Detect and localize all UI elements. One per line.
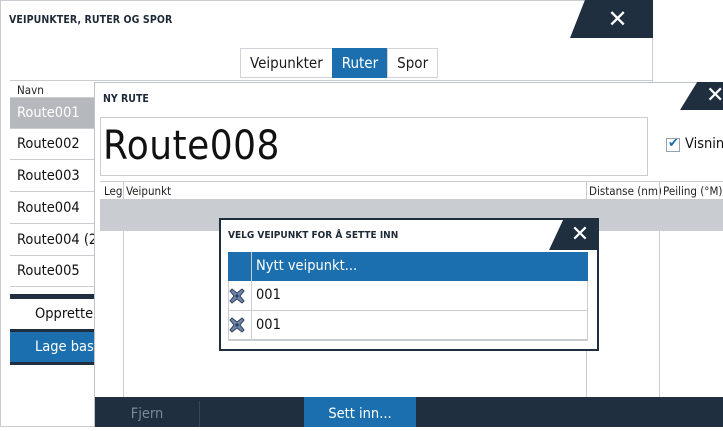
- make-based-on-button[interactable]: Lage base: [10, 332, 100, 362]
- column-header-distance: Distanse (nm): [589, 184, 662, 198]
- create-route-button[interactable]: Opprette: [10, 299, 100, 329]
- list-item-label: 001: [256, 287, 281, 303]
- toolbar-divider: [199, 401, 200, 427]
- route-list-item[interactable]: Route004 (2): [10, 225, 100, 256]
- list-item[interactable]: [228, 311, 588, 341]
- column-header-bearing: Peiling (°M): [663, 184, 723, 198]
- waypoint-x-icon: [229, 317, 245, 333]
- route-list-item[interactable]: Route001: [10, 98, 100, 129]
- list-item-label: 001: [256, 317, 281, 333]
- dialog-title: VELG VEIPUNKT FOR Å SETTE INN: [228, 230, 399, 241]
- route-list-item[interactable]: Route003: [10, 161, 100, 192]
- column-divider: [659, 181, 660, 397]
- route-list-item[interactable]: Route005: [10, 256, 100, 287]
- tab-veipunkter[interactable]: Veipunkter: [240, 48, 332, 78]
- dialog-title: VEIPUNKTER, RUTER OG SPOR: [9, 14, 173, 26]
- route-list-item[interactable]: Route002: [10, 129, 100, 160]
- column-header-waypoint: Veipunkt: [126, 184, 172, 198]
- show-checkbox[interactable]: ✔: [666, 136, 680, 152]
- column-divider: [251, 252, 252, 340]
- list-item-label: Nytt veipunkt...: [256, 258, 358, 274]
- tab-bar: Veipunkter Ruter Spor: [240, 48, 439, 78]
- list-item[interactable]: [228, 281, 588, 311]
- insert-button[interactable]: Sett inn...: [304, 397, 416, 427]
- show-checkbox-label: Visning: [685, 136, 723, 152]
- tab-spor[interactable]: Spor: [387, 48, 439, 78]
- column-divider: [123, 181, 124, 397]
- checkmark-icon: ✔: [668, 136, 679, 151]
- route-list-item[interactable]: Route004: [10, 193, 100, 224]
- dialog-title: NY RUTE: [103, 93, 149, 105]
- tab-ruter[interactable]: Ruter: [331, 48, 388, 78]
- route-name-value: Route008: [103, 123, 280, 169]
- waypoint-x-icon: [229, 288, 245, 304]
- remove-button[interactable]: Fjern: [95, 397, 199, 427]
- column-header-name: Navn: [17, 83, 44, 97]
- column-header-leg: Leg: [104, 184, 123, 198]
